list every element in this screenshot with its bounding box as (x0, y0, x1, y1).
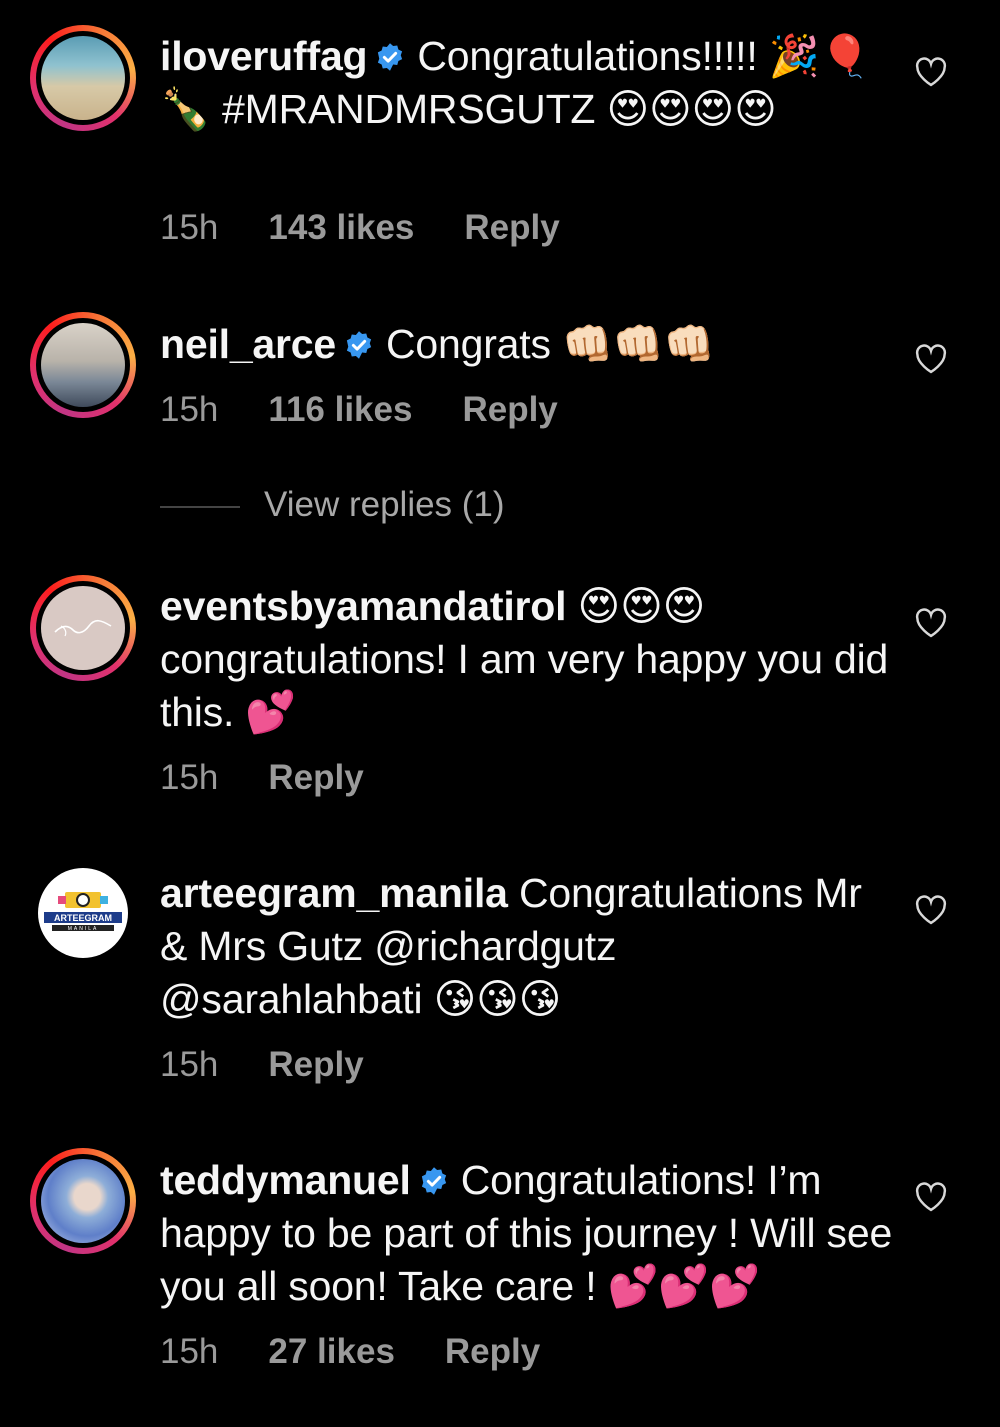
verified-badge-icon (378, 43, 403, 71)
comment-meta: 15h Reply (160, 1045, 364, 1085)
divider (160, 505, 240, 508)
avatar-iloveruffag[interactable] (30, 25, 136, 131)
script-logo-icon (54, 619, 112, 637)
heart-outline-icon[interactable] (914, 344, 948, 374)
mention-link[interactable]: @sarahlahbati (160, 976, 423, 1022)
svg-text:ARTEEGRAM: ARTEEGRAM (54, 913, 112, 923)
arteegram-logo-icon: ARTEEGRAM MANILA (44, 892, 122, 932)
avatar-arteegram-manila[interactable]: ARTEEGRAM MANILA (38, 868, 128, 958)
heart-outline-icon[interactable] (914, 895, 948, 925)
heart-outline-icon[interactable] (914, 608, 948, 638)
svg-text:MANILA: MANILA (68, 926, 99, 932)
comment-meta: 15h 143 likes Reply (160, 208, 560, 248)
likes-count[interactable]: 27 likes (268, 1332, 395, 1372)
username[interactable]: arteegram_manila (160, 870, 508, 916)
comment-meta: 15h 116 likes Reply (160, 390, 558, 430)
timestamp: 15h (160, 758, 219, 797)
reply-button[interactable]: Reply (268, 1045, 363, 1085)
comment-meta: 15h 27 likes Reply (160, 1332, 540, 1372)
reply-button[interactable]: Reply (268, 758, 363, 798)
verified-badge-icon (346, 331, 372, 359)
comment-body: teddymanuel Congratulations! I’m happy to… (160, 1154, 895, 1313)
timestamp: 15h (160, 1045, 219, 1084)
comment-emoji: 😘😘😘 (422, 976, 562, 1022)
avatar-teddymanuel[interactable] (30, 1148, 136, 1254)
heart-outline-icon[interactable] (914, 57, 948, 87)
avatar-neil-arce[interactable] (30, 312, 136, 418)
timestamp: 15h (160, 390, 219, 429)
username[interactable]: iloveruffag (160, 33, 368, 79)
reply-button[interactable]: Reply (445, 1332, 540, 1372)
verified-badge-icon (421, 1167, 446, 1195)
likes-count[interactable]: 116 likes (268, 390, 412, 430)
timestamp: 15h (160, 1332, 219, 1371)
comment-meta: 15h Reply (160, 758, 364, 798)
reply-button[interactable]: Reply (464, 208, 559, 248)
comment-text: Congrats 👊🏻👊🏻👊🏻 (386, 321, 715, 367)
reply-button[interactable]: Reply (462, 390, 557, 430)
comment-body: iloveruffag Congratulations!!!!! 🎉🎈🍾 #MRA… (160, 30, 895, 136)
mention-link[interactable]: @richardgutz (374, 923, 616, 969)
username[interactable]: eventsbyamandatirol (160, 583, 567, 629)
username[interactable]: neil_arce (160, 321, 336, 367)
heart-outline-icon[interactable] (914, 1182, 948, 1212)
comment-body: eventsbyamandatirol 😍😍😍 congratulations!… (160, 580, 895, 739)
avatar-eventsbyamandatirol[interactable] (30, 575, 136, 681)
username[interactable]: teddymanuel (160, 1157, 411, 1203)
likes-count[interactable]: 143 likes (268, 208, 414, 248)
view-replies-button[interactable]: View replies (1) (160, 485, 505, 525)
comment-body: neil_arce Congrats 👊🏻👊🏻👊🏻 (160, 318, 895, 371)
view-replies-label: View replies (1) (264, 485, 505, 524)
comment-body: arteegram_manila Congratulations Mr & Mr… (160, 867, 895, 1026)
timestamp: 15h (160, 208, 219, 247)
